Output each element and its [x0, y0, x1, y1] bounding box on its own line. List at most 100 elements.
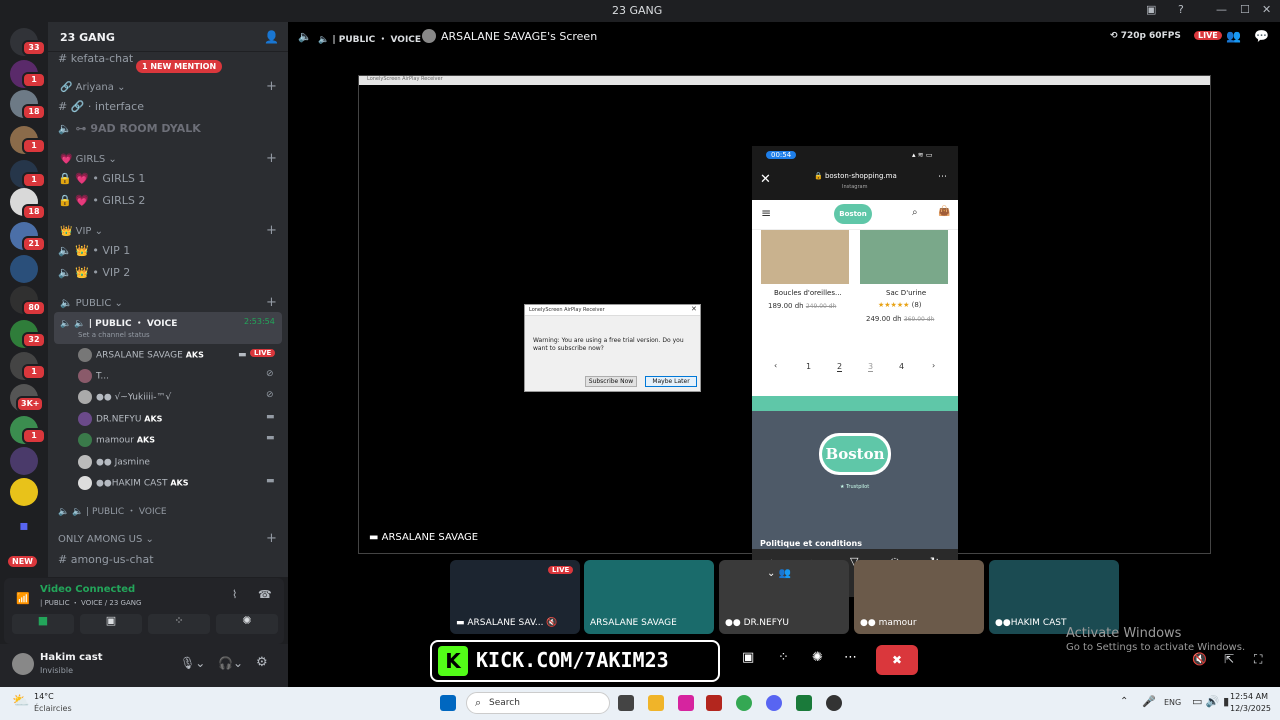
system-tray-icons[interactable]: ▭ 🔊 ▮: [1192, 695, 1229, 708]
screen-share-button[interactable]: ▣: [80, 614, 142, 634]
channel-vip-1[interactable]: 🔈 👑 • VIP 1: [58, 244, 130, 257]
page-link[interactable]: 1: [806, 362, 811, 371]
more-icon[interactable]: ⋯: [938, 172, 947, 182]
voice-user[interactable]: DR.NEFYU AKS: [78, 412, 162, 426]
voice-user[interactable]: mamour AKS: [78, 433, 155, 447]
temperature[interactable]: 14°C: [34, 692, 54, 701]
new-mention-pill[interactable]: 1 NEW MENTION: [136, 60, 223, 73]
mic-tray-icon[interactable]: 🎤: [1142, 695, 1156, 708]
channel-9ad-room[interactable]: 🔈 ⊶ 9AD ROOM DYALK: [58, 122, 201, 135]
connection-channel[interactable]: | PUBLIC ・ VOICE / 23 GANG: [40, 598, 141, 608]
category-vip[interactable]: 👑 VIP ⌄: [60, 226, 103, 237]
stop-stream-button[interactable]: ✖: [876, 645, 918, 675]
popout-icon[interactable]: ⇱: [1224, 652, 1234, 666]
product-name[interactable]: Sac D'urine: [886, 289, 926, 297]
next-page-icon[interactable]: ›: [932, 361, 935, 370]
new-servers-pill[interactable]: NEW: [8, 556, 37, 567]
weather-icon[interactable]: ⛅: [12, 693, 29, 709]
chrome-icon[interactable]: [736, 695, 752, 711]
inbox-icon[interactable]: ▣: [1146, 3, 1156, 16]
participant-tile[interactable]: ⌄ 👥 ●● DR.NEFYU: [719, 560, 849, 634]
product-image[interactable]: [860, 230, 948, 284]
channel-among-us-chat[interactable]: # among-us-chat: [58, 553, 154, 566]
channel-status[interactable]: Set a channel status: [78, 331, 150, 339]
server-icon[interactable]: [10, 478, 38, 506]
product-image[interactable]: [761, 230, 849, 284]
maybe-later-button[interactable]: Maybe Later: [645, 376, 697, 387]
folder-icon[interactable]: ▪: [10, 512, 38, 540]
channel-girls-1[interactable]: 🔒 💗 • GIRLS 1: [58, 172, 145, 185]
prev-page-icon[interactable]: ‹: [774, 361, 777, 370]
participant-tile[interactable]: ●●HAKIM CAST: [989, 560, 1119, 634]
close-icon[interactable]: ✕: [760, 172, 771, 187]
add-channel-icon[interactable]: +: [266, 151, 277, 166]
server-header[interactable]: 23 GANG 👤: [48, 22, 288, 52]
close-window-button[interactable]: ✕: [1262, 3, 1271, 16]
start-button-icon[interactable]: [440, 695, 456, 711]
obs-icon[interactable]: [826, 695, 842, 711]
category-girls[interactable]: 💗 GIRLS ⌄: [60, 154, 117, 165]
add-channel-icon[interactable]: +: [266, 79, 277, 94]
microphone-icon[interactable]: 🎙⌄: [180, 656, 205, 670]
category-public[interactable]: 🔈 PUBLIC ⌄: [60, 298, 123, 309]
task-view-icon[interactable]: [618, 695, 634, 711]
add-member-icon[interactable]: 👤: [264, 30, 279, 44]
voice-user[interactable]: T...: [78, 369, 109, 383]
signal-icon[interactable]: 📶: [16, 592, 30, 605]
add-channel-icon[interactable]: +: [266, 531, 277, 546]
screen-share-icon[interactable]: ▣: [742, 650, 754, 665]
taskbar-search[interactable]: ⌕ Search: [466, 692, 610, 714]
stream-channel[interactable]: 🔈 | PUBLIC ・ VOICE: [318, 32, 421, 45]
disconnect-icon[interactable]: ☎: [258, 588, 272, 601]
avatar[interactable]: [12, 653, 34, 675]
fullscreen-icon[interactable]: ⛶: [1254, 652, 1262, 667]
speaker-icon[interactable]: 🔈: [298, 30, 312, 43]
help-icon[interactable]: ?: [1178, 3, 1184, 16]
voice-user[interactable]: ●●HAKIM CAST AKS: [78, 476, 189, 490]
instagram-icon[interactable]: [678, 695, 694, 711]
minimize-button[interactable]: —: [1216, 3, 1227, 16]
channel-girls-2[interactable]: 🔒 💗 • GIRLS 2: [58, 194, 145, 207]
footer-heading[interactable]: Politique et conditions: [760, 539, 862, 548]
discord-icon[interactable]: [766, 695, 782, 711]
participant-tile[interactable]: ●● mamour: [854, 560, 984, 634]
subscribe-now-button[interactable]: Subscribe Now: [585, 376, 637, 387]
tray-chevron-icon[interactable]: ⌃: [1120, 696, 1128, 707]
participant-tile[interactable]: ARSALANE SAVAGE: [584, 560, 714, 634]
clock-time[interactable]: 12:54 AM: [1230, 692, 1268, 701]
members-icon[interactable]: 👥: [1226, 29, 1241, 43]
trustpilot-badge[interactable]: ★ Trustpilot: [840, 484, 869, 490]
hamburger-menu-icon[interactable]: ≡: [761, 206, 771, 220]
product-name[interactable]: Boucles d'oreilles...: [774, 289, 842, 297]
page-link-current[interactable]: 2: [837, 362, 843, 372]
activities-button[interactable]: ⁘: [148, 614, 210, 634]
activities-icon[interactable]: ⁘: [778, 650, 789, 665]
volume-muted-icon[interactable]: 🔇: [1192, 652, 1207, 666]
voice-user[interactable]: ARSALANE SAVAGE AKS: [78, 348, 204, 362]
app-icon[interactable]: [706, 695, 722, 711]
file-explorer-icon[interactable]: [648, 695, 664, 711]
participant-tile[interactable]: LIVE ▬ ARSALANE SAV... 🔇: [450, 560, 580, 634]
maximize-button[interactable]: ☐: [1240, 3, 1250, 16]
cart-icon[interactable]: 👜: [938, 206, 950, 217]
headphones-icon[interactable]: 🎧⌄: [218, 656, 243, 670]
page-link[interactable]: 3: [868, 362, 874, 372]
add-channel-icon[interactable]: +: [266, 223, 277, 238]
page-link[interactable]: 4: [899, 362, 904, 371]
category-only-among-us[interactable]: ONLY AMONG US ⌄: [58, 534, 154, 545]
channel-public-voice-2[interactable]: 🔈 🔈 | PUBLIC ・ VOICE: [58, 504, 167, 517]
soundboard-icon[interactable]: ✺: [812, 650, 823, 665]
weather-text[interactable]: Éclaircies: [34, 704, 72, 713]
chat-icon[interactable]: 💬: [1254, 29, 1269, 43]
channel-vip-2[interactable]: 🔈 👑 • VIP 2: [58, 266, 130, 279]
server-icon[interactable]: [10, 447, 38, 475]
username[interactable]: Hakim cast: [40, 652, 103, 663]
add-channel-icon[interactable]: +: [266, 295, 277, 310]
camera-button[interactable]: ■: [12, 614, 74, 634]
language-indicator[interactable]: ENG: [1164, 698, 1181, 707]
boston-logo-small[interactable]: Boston: [834, 204, 872, 224]
participant-menu-icon[interactable]: ⌄ 👥: [767, 568, 791, 579]
channel-public-voice-active[interactable]: 🔈 🔈 | PUBLIC ・ VOICE 2:53:54 Set a chann…: [54, 312, 282, 344]
dialog-close-icon[interactable]: ✕: [691, 305, 697, 313]
settings-gear-icon[interactable]: ⚙: [256, 655, 268, 670]
